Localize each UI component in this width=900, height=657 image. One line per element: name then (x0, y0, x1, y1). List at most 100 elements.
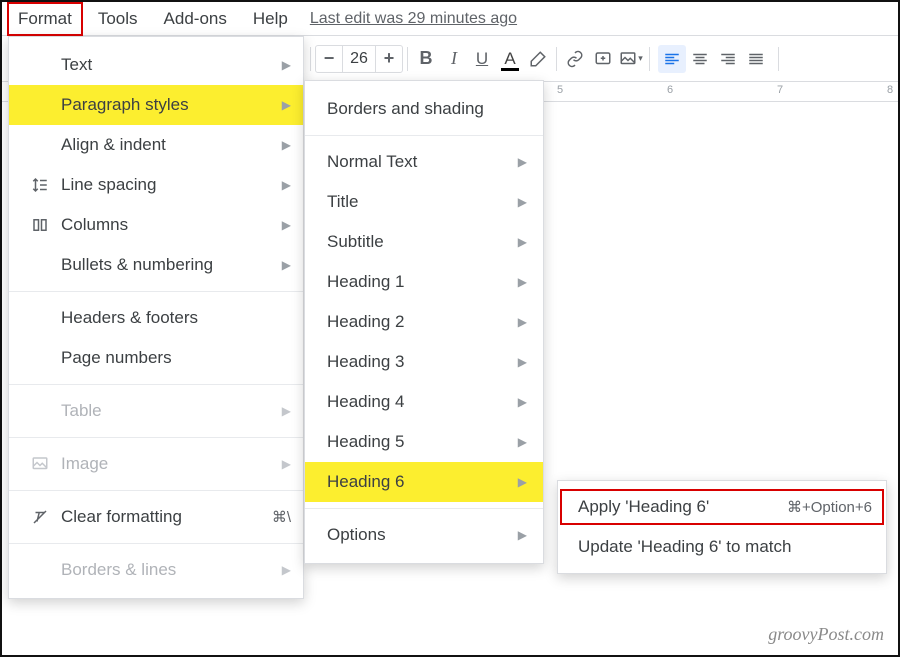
bold-button[interactable]: B (412, 45, 440, 73)
align-left-button[interactable] (658, 45, 686, 73)
chevron-right-icon: ▶ (518, 275, 527, 289)
menu-item-borders-lines: Borders & lines ▶ (9, 550, 303, 590)
toolbar-separator (310, 47, 311, 71)
align-justify-button[interactable] (742, 45, 770, 73)
submenu-item-heading-3[interactable]: Heading 3 ▶ (305, 342, 543, 382)
menu-item-label: Line spacing (61, 175, 282, 195)
menu-item-label: Heading 6 (327, 472, 518, 492)
submenu-item-heading-2[interactable]: Heading 2 ▶ (305, 302, 543, 342)
flyout-item-update-heading-6[interactable]: Update 'Heading 6' to match (558, 527, 886, 567)
toolbar-separator (556, 47, 557, 71)
menu-tools[interactable]: Tools (90, 5, 146, 33)
menubar: Format Tools Add-ons Help Last edit was … (2, 2, 898, 36)
chevron-right-icon: ▶ (518, 355, 527, 369)
submenu-item-title[interactable]: Title ▶ (305, 182, 543, 222)
menu-item-label: Image (61, 454, 282, 474)
chevron-right-icon: ▶ (518, 235, 527, 249)
chevron-right-icon: ▶ (282, 258, 291, 272)
font-size-decrease-button[interactable]: − (316, 46, 342, 72)
submenu-item-options[interactable]: Options ▶ (305, 515, 543, 555)
menu-item-label: Heading 2 (327, 312, 518, 332)
flyout-item-apply-heading-6[interactable]: Apply 'Heading 6' ⌘+Option+6 (558, 487, 886, 527)
menu-divider (9, 384, 303, 385)
menu-item-label: Align & indent (61, 135, 282, 155)
chevron-right-icon: ▶ (282, 58, 291, 72)
menu-item-label: Clear formatting (61, 507, 272, 527)
watermark: groovyPost.com (768, 624, 884, 645)
menu-help[interactable]: Help (245, 5, 296, 33)
menu-divider (305, 135, 543, 136)
menu-item-label: Title (327, 192, 518, 212)
ruler-tick-label: 7 (777, 84, 783, 96)
submenu-item-subtitle[interactable]: Subtitle ▶ (305, 222, 543, 262)
menu-addons[interactable]: Add-ons (156, 5, 235, 33)
submenu-item-heading-4[interactable]: Heading 4 ▶ (305, 382, 543, 422)
menu-item-label: Update 'Heading 6' to match (578, 537, 872, 557)
submenu-item-heading-6[interactable]: Heading 6 ▶ (305, 462, 543, 502)
font-size-stepper: − 26 + (315, 45, 403, 73)
menu-divider (305, 508, 543, 509)
submenu-item-borders-shading[interactable]: Borders and shading (305, 89, 543, 129)
menu-item-label: Borders and shading (327, 99, 527, 119)
chevron-right-icon: ▶ (282, 563, 291, 577)
menu-item-bullets-numbering[interactable]: Bullets & numbering ▶ (9, 245, 303, 285)
insert-image-button[interactable]: ▾ (617, 45, 645, 73)
toolbar-separator (407, 47, 408, 71)
chevron-right-icon: ▶ (518, 195, 527, 209)
underline-button[interactable]: U (468, 45, 496, 73)
columns-icon (27, 216, 53, 234)
last-edit-link[interactable]: Last edit was 29 minutes ago (310, 10, 517, 28)
menu-item-label: Apply 'Heading 6' (578, 497, 787, 517)
menu-item-shortcut: ⌘+Option+6 (787, 498, 872, 516)
heading-6-flyout: Apply 'Heading 6' ⌘+Option+6 Update 'Hea… (557, 480, 887, 574)
menu-item-align-indent[interactable]: Align & indent ▶ (9, 125, 303, 165)
menu-item-clear-formatting[interactable]: Clear formatting ⌘\ (9, 497, 303, 537)
menu-item-label: Options (327, 525, 518, 545)
submenu-item-heading-5[interactable]: Heading 5 ▶ (305, 422, 543, 462)
highlight-color-button[interactable] (524, 45, 552, 73)
chevron-right-icon: ▶ (518, 528, 527, 542)
insert-link-button[interactable] (561, 45, 589, 73)
clear-format-icon (27, 508, 53, 526)
align-right-button[interactable] (714, 45, 742, 73)
text-color-button[interactable]: A (496, 45, 524, 73)
menu-item-paragraph-styles[interactable]: Paragraph styles ▶ (9, 85, 303, 125)
ruler-tick-label: 6 (667, 84, 673, 96)
menu-item-page-numbers[interactable]: Page numbers (9, 338, 303, 378)
line-spacing-icon (27, 176, 53, 194)
menu-item-label: Heading 1 (327, 272, 518, 292)
italic-button[interactable]: I (440, 45, 468, 73)
menu-item-headers-footers[interactable]: Headers & footers (9, 298, 303, 338)
paragraph-styles-submenu: Borders and shading Normal Text ▶ Title … (304, 80, 544, 564)
menu-item-line-spacing[interactable]: Line spacing ▶ (9, 165, 303, 205)
image-icon (27, 455, 53, 473)
chevron-down-icon: ▾ (638, 53, 643, 64)
chevron-right-icon: ▶ (518, 435, 527, 449)
menu-divider (9, 437, 303, 438)
format-menu-dropdown: Text ▶ Paragraph styles ▶ Align & indent… (8, 36, 304, 599)
menu-item-label: Subtitle (327, 232, 518, 252)
menu-item-label: Text (61, 55, 282, 75)
chevron-right-icon: ▶ (518, 155, 527, 169)
chevron-right-icon: ▶ (518, 475, 527, 489)
menu-item-text[interactable]: Text ▶ (9, 45, 303, 85)
menu-item-label: Columns (61, 215, 282, 235)
submenu-item-normal-text[interactable]: Normal Text ▶ (305, 142, 543, 182)
menu-format[interactable]: Format (10, 5, 80, 33)
toolbar-separator (649, 47, 650, 71)
chevron-right-icon: ▶ (282, 218, 291, 232)
menu-item-label: Heading 3 (327, 352, 518, 372)
submenu-item-heading-1[interactable]: Heading 1 ▶ (305, 262, 543, 302)
menu-item-label: Heading 4 (327, 392, 518, 412)
ruler-tick-label: 8 (887, 84, 893, 96)
add-comment-button[interactable] (589, 45, 617, 73)
font-size-value[interactable]: 26 (342, 46, 376, 72)
chevron-right-icon: ▶ (282, 138, 291, 152)
align-center-button[interactable] (686, 45, 714, 73)
menu-item-label: Page numbers (61, 348, 291, 368)
menu-item-image: Image ▶ (9, 444, 303, 484)
font-size-increase-button[interactable]: + (376, 46, 402, 72)
menu-item-columns[interactable]: Columns ▶ (9, 205, 303, 245)
menu-item-label: Paragraph styles (61, 95, 282, 115)
text-color-bar (501, 68, 519, 71)
